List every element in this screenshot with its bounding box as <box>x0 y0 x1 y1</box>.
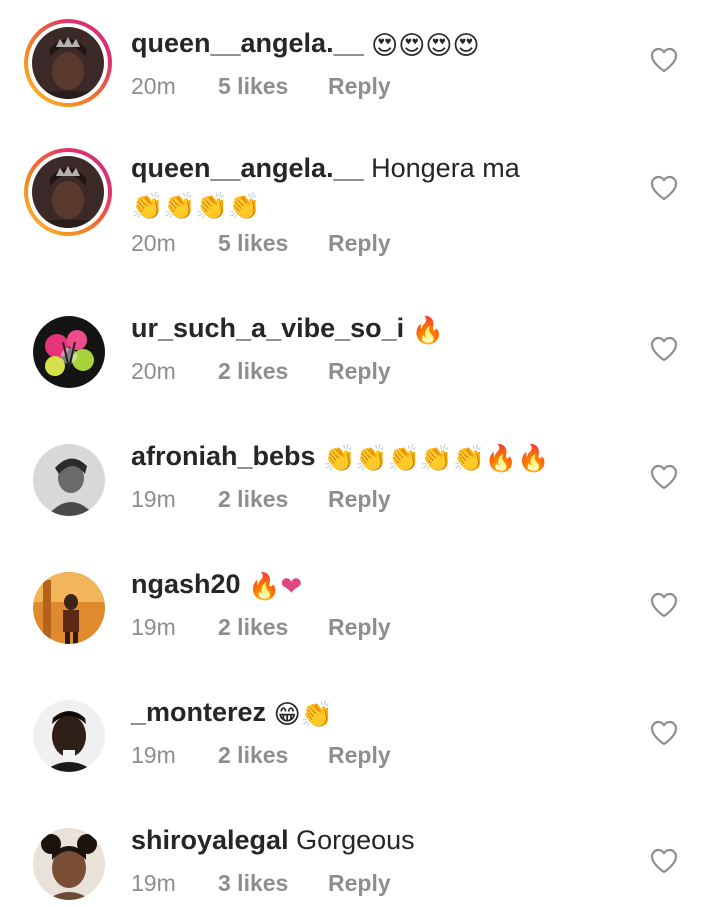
comment-likes-count[interactable]: 3 likes <box>218 868 328 898</box>
profile-photo <box>32 27 104 99</box>
comment-likes-count[interactable]: 5 likes <box>218 71 328 101</box>
comment-emojis: 🔥 <box>411 316 445 346</box>
comment-likes-count[interactable]: 5 likes <box>218 228 328 258</box>
comment-username[interactable]: queen__angela.__ <box>131 153 364 183</box>
profile-photo <box>32 156 104 228</box>
profile-photo <box>33 316 105 388</box>
comment-emojis: 👏👏👏👏 <box>131 192 261 222</box>
comment-timestamp: 19m <box>131 742 176 768</box>
avatar[interactable] <box>33 828 105 900</box>
like-heart-icon[interactable] <box>650 720 678 746</box>
like-heart-icon[interactable] <box>650 175 678 201</box>
profile-photo <box>33 828 105 900</box>
reply-button[interactable]: Reply <box>328 740 391 770</box>
like-heart-icon[interactable] <box>650 336 678 362</box>
profile-photo <box>33 700 105 772</box>
profile-photo <box>33 444 105 516</box>
like-heart-icon[interactable] <box>650 464 678 490</box>
like-heart-icon[interactable] <box>650 47 678 73</box>
comment-emojis: 👏👏👏👏👏🔥🔥 <box>323 444 550 474</box>
reply-button[interactable]: Reply <box>328 71 391 101</box>
avatar[interactable] <box>24 19 112 107</box>
comment-username[interactable]: queen__angela.__ <box>131 28 364 58</box>
comment-emojis: 🔥❤ <box>248 572 303 602</box>
avatar[interactable] <box>33 700 105 772</box>
comment-username[interactable]: ur_such_a_vibe_so_i <box>131 313 404 343</box>
comment-timestamp: 19m <box>131 870 176 896</box>
profile-photo <box>33 572 105 644</box>
comment-likes-count[interactable]: 2 likes <box>218 484 328 514</box>
avatar[interactable] <box>33 444 105 516</box>
avatar[interactable] <box>33 316 105 388</box>
like-heart-icon[interactable] <box>650 592 678 618</box>
reply-button[interactable]: Reply <box>328 868 391 898</box>
comment-likes-count[interactable]: 2 likes <box>218 356 328 386</box>
reply-button[interactable]: Reply <box>328 356 391 386</box>
comment-likes-count[interactable]: 2 likes <box>218 740 328 770</box>
comment-timestamp: 20m <box>131 230 176 256</box>
comment-timestamp: 20m <box>131 73 176 99</box>
comment-timestamp: 19m <box>131 486 176 512</box>
comment-timestamp: 19m <box>131 614 176 640</box>
comment-username[interactable]: afroniah_bebs <box>131 441 316 471</box>
comment-username[interactable]: ngash20 <box>131 569 241 599</box>
comment-emojis: 😁👏 <box>273 700 334 730</box>
comment-username[interactable]: _monterez <box>131 697 266 727</box>
reply-button[interactable]: Reply <box>328 228 391 258</box>
avatar[interactable] <box>24 148 112 236</box>
comment-text: Hongera ma <box>363 153 520 183</box>
reply-button[interactable]: Reply <box>328 484 391 514</box>
like-heart-icon[interactable] <box>650 848 678 874</box>
avatar[interactable] <box>33 572 105 644</box>
comment-emojis: 😍😍😍😍 <box>371 31 480 61</box>
reply-button[interactable]: Reply <box>328 612 391 642</box>
comment-timestamp: 20m <box>131 358 176 384</box>
comment-username[interactable]: shiroyalegal <box>131 825 289 855</box>
comment-likes-count[interactable]: 2 likes <box>218 612 328 642</box>
comment-text: Gorgeous <box>288 825 415 855</box>
